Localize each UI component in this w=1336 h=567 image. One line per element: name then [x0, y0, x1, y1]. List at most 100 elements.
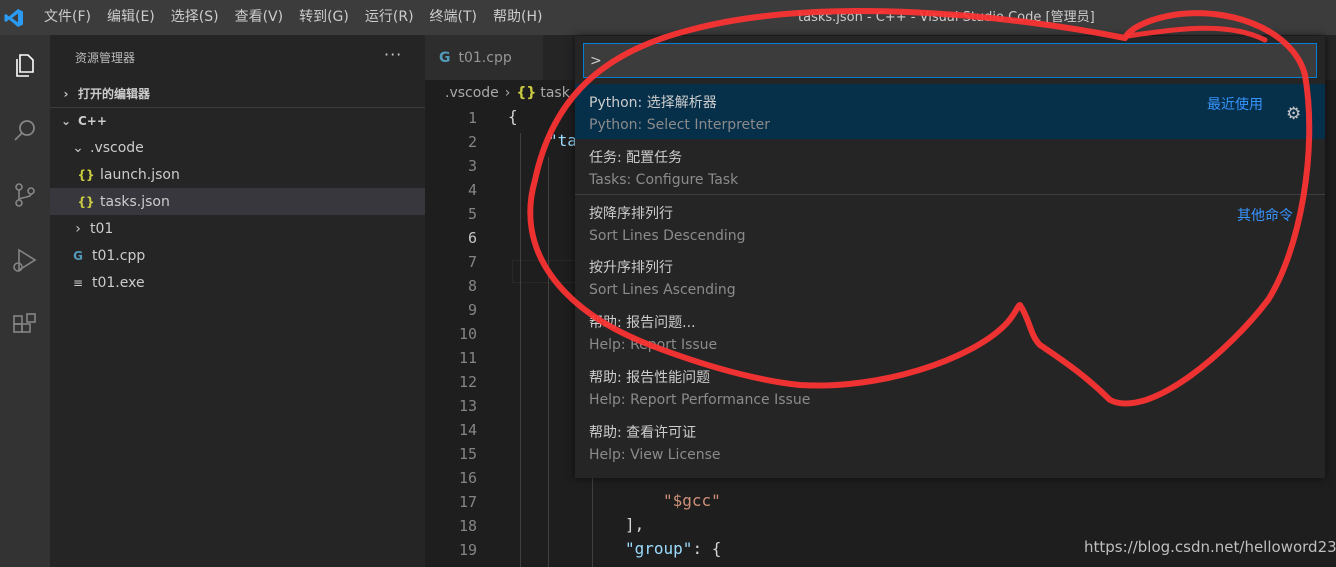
palette-item-report-issue[interactable]: 帮助: 报告问题... Help: Report Issue [575, 304, 1325, 359]
open-editors-section[interactable]: › 打开的编辑器 [50, 80, 425, 107]
gear-icon[interactable]: ⚙ [1286, 104, 1301, 124]
menu-selection[interactable]: 选择(S) [163, 0, 227, 35]
tree-item-label: tasks.json [100, 193, 170, 210]
file-lines-icon: ≡ [72, 275, 84, 290]
palette-item-detail: Help: Report Issue [589, 337, 718, 353]
cpp-file-icon: G [73, 248, 83, 263]
breadcrumb-file[interactable]: task [540, 85, 569, 101]
json-file-icon: {} [77, 167, 95, 182]
tab-t01-cpp[interactable]: G t01.cpp [425, 35, 543, 80]
menu-edit[interactable]: 编辑(E) [99, 0, 163, 35]
indent-guide [520, 133, 521, 567]
menu-terminal[interactable]: 终端(T) [422, 0, 485, 35]
palette-item-label: 按降序排列行 [589, 206, 673, 222]
json-file-icon: {} [77, 194, 95, 209]
chevron-down-icon: ⌄ [60, 114, 72, 128]
menu-file[interactable]: 文件(F) [36, 0, 99, 35]
tree-item-launch-json[interactable]: {} launch.json [50, 161, 425, 188]
palette-item-label: 任务: 配置任务 [589, 150, 683, 166]
sidebar-title: 资源管理器 [75, 51, 136, 65]
palette-item-label: 帮助: 报告性能问题 [589, 370, 711, 386]
tab-label: t01.cpp [458, 49, 512, 66]
line-number: 19 [458, 541, 477, 559]
chevron-right-icon: › [75, 220, 81, 237]
search-icon[interactable] [5, 111, 45, 151]
vscode-logo-icon [2, 6, 26, 30]
code-line: { [508, 107, 518, 126]
workspace-label: C++ [78, 114, 107, 128]
menu-run[interactable]: 运行(R) [357, 0, 422, 35]
palette-item-sort-ascending[interactable]: 按升序排列行 Sort Lines Ascending [575, 249, 1325, 304]
explorer-icon[interactable] [5, 45, 45, 85]
tree-item-tasks-json[interactable]: {} tasks.json [50, 188, 425, 215]
open-editors-label: 打开的编辑器 [78, 87, 151, 101]
line-number: 16 [458, 469, 477, 487]
activity-bar [0, 35, 50, 567]
chevron-down-icon: ⌄ [72, 139, 84, 156]
run-debug-icon[interactable] [5, 240, 45, 280]
palette-item-label: Python: 选择解析器 [589, 95, 717, 111]
command-palette: Python: 选择解析器 Python: Select Interpreter… [575, 36, 1325, 478]
indent-guide [548, 157, 549, 567]
json-file-icon: {} [516, 84, 537, 101]
watermark-text: https://blog.csdn.net/helloword233 [1084, 538, 1336, 556]
menu-help[interactable]: 帮助(H) [485, 0, 550, 35]
palette-item-view-license[interactable]: 帮助: 查看许可证 Help: View License [575, 414, 1325, 469]
palette-item-sort-descending[interactable]: 按降序排列行 Sort Lines Descending 其他命令 [575, 194, 1325, 249]
cpp-file-icon: G [439, 49, 451, 66]
palette-item-detail: Help: Report Performance Issue [589, 392, 811, 408]
more-actions-icon[interactable]: ··· [384, 45, 402, 64]
chevron-right-icon: › [504, 84, 511, 101]
tree-item-vscode[interactable]: ⌄ .vscode [50, 134, 425, 161]
line-number: 12 [458, 373, 477, 391]
window-title: tasks.json - C++ - Visual Studio Code [管… [798, 10, 1095, 25]
code-line: "group": { [625, 539, 721, 558]
breadcrumb-folder[interactable]: .vscode [445, 85, 499, 101]
other-commands-badge: 其他命令 [1237, 208, 1293, 224]
code-punct: : { [692, 539, 722, 558]
line-number: 7 [467, 253, 477, 271]
palette-item-detail: Tasks: Configure Task [589, 172, 739, 188]
palette-item-detail: Help: View License [589, 447, 721, 463]
line-number: 10 [458, 325, 477, 343]
line-number: 13 [458, 397, 477, 415]
line-number: 6 [467, 229, 477, 247]
line-number: 14 [458, 421, 477, 439]
tree-item-t01-cpp[interactable]: G t01.cpp [50, 242, 425, 269]
code-line: ], [625, 515, 645, 534]
code-line: "ta [548, 131, 577, 150]
palette-item-label: 帮助: 报告问题... [589, 315, 696, 331]
code-line: "$gcc" [663, 491, 721, 510]
line-number: 5 [467, 205, 477, 223]
line-number: 15 [458, 445, 477, 463]
line-number: 17 [458, 493, 477, 511]
tree-item-label: t01.exe [92, 274, 145, 291]
palette-item-report-performance[interactable]: 帮助: 报告性能问题 Help: Report Performance Issu… [575, 359, 1325, 414]
line-number: 3 [467, 157, 477, 175]
line-number: 8 [467, 277, 477, 295]
recently-used-badge: 最近使用 [1207, 97, 1263, 113]
indent-guide [592, 468, 593, 567]
command-palette-input[interactable] [583, 43, 1317, 78]
explorer-sidebar: 资源管理器 ··· › 打开的编辑器 ⌄ C++ ⌄ .vscode {} la… [50, 35, 425, 567]
menu-view[interactable]: 查看(V) [227, 0, 292, 35]
workspace-section[interactable]: ⌄ C++ [50, 107, 425, 134]
tree-item-label: t01 [90, 220, 114, 237]
line-number: 9 [467, 301, 477, 319]
palette-item-configure-task[interactable]: 任务: 配置任务 Tasks: Configure Task [575, 139, 1325, 194]
menu-go[interactable]: 转到(G) [291, 0, 357, 35]
tree-item-t01-folder[interactable]: › t01 [50, 215, 425, 242]
palette-item-label: 帮助: 查看许可证 [589, 425, 697, 441]
line-number: 11 [458, 349, 477, 367]
palette-item-detail: Python: Select Interpreter [589, 117, 771, 133]
palette-item-label: 按升序排列行 [589, 260, 673, 276]
source-control-icon[interactable] [5, 175, 45, 215]
extensions-icon[interactable] [5, 305, 45, 345]
sidebar-header: 资源管理器 ··· [50, 35, 425, 80]
tree-item-t01-exe[interactable]: ≡ t01.exe [50, 269, 425, 296]
palette-item-select-interpreter[interactable]: Python: 选择解析器 Python: Select Interpreter… [575, 84, 1325, 139]
tree-item-label: .vscode [90, 139, 144, 156]
chevron-right-icon: › [63, 86, 69, 101]
title-bar: 文件(F) 编辑(E) 选择(S) 查看(V) 转到(G) 运行(R) 终端(T… [0, 0, 1336, 35]
tree-item-label: launch.json [100, 166, 180, 183]
